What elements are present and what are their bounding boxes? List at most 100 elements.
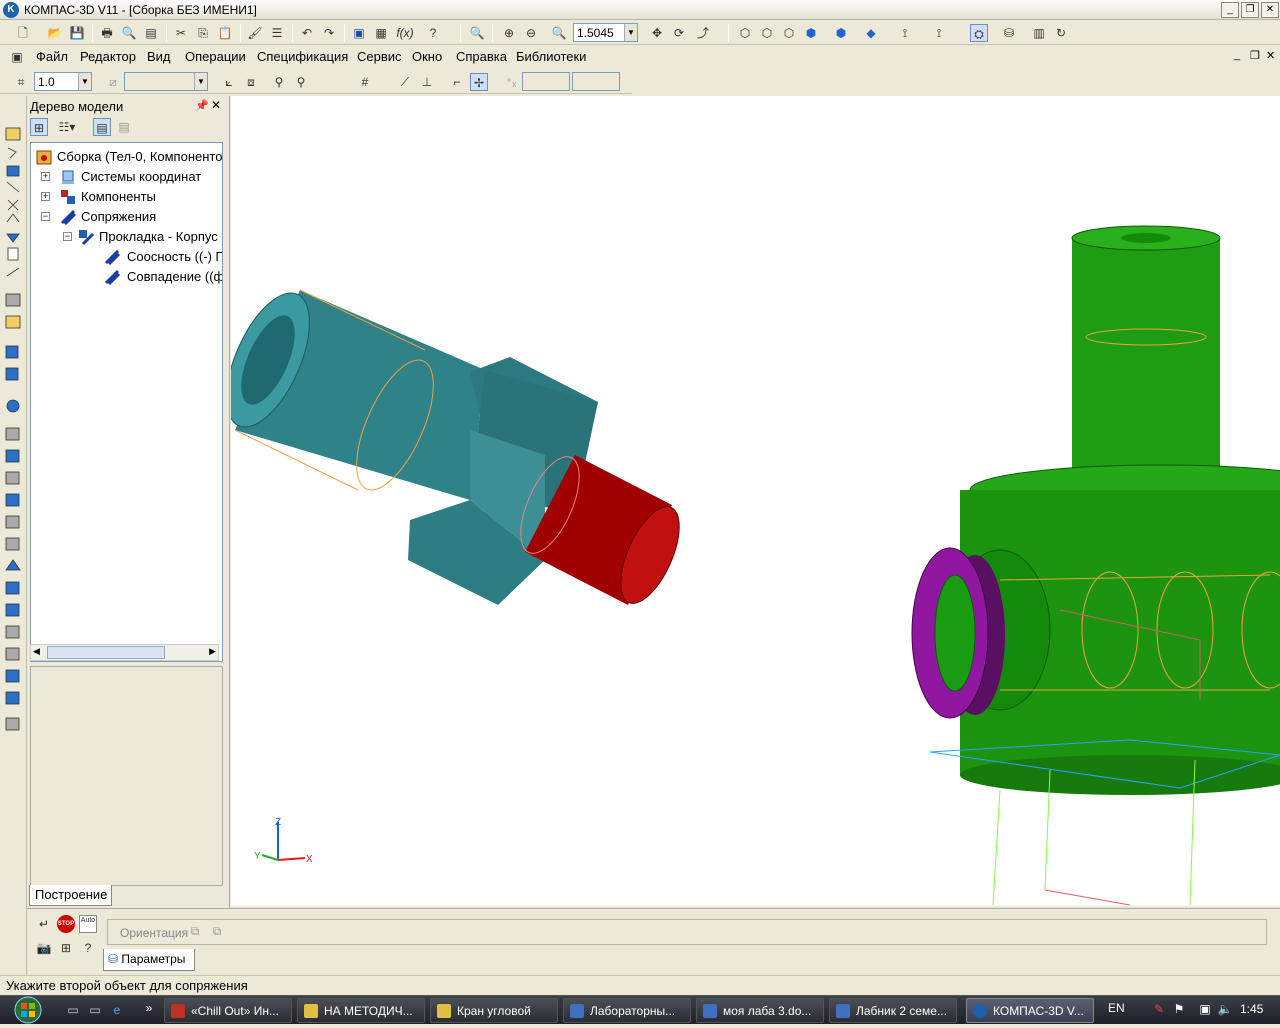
auto-create-icon[interactable]: Auto	[79, 915, 97, 933]
undo-icon[interactable]: ↶	[298, 24, 316, 42]
task-item[interactable]: Лабораторны...	[563, 998, 691, 1023]
show-desktop-icon[interactable]: ▭	[64, 1001, 82, 1019]
tab-parameters[interactable]: ⛁ Параметры	[103, 949, 195, 971]
zoom-fit-icon[interactable]: ⊖	[522, 24, 540, 42]
expand-icon[interactable]: +	[41, 172, 50, 181]
round-icon[interactable]: ⌐	[448, 73, 466, 91]
copy-icon[interactable]: ⎘	[194, 24, 212, 42]
snap-icon[interactable]: ⟟	[930, 24, 948, 42]
maximize-button[interactable]: ❐	[1241, 2, 1259, 18]
stop-icon[interactable]: STOP	[57, 915, 75, 933]
help-pointer-icon[interactable]: ?	[424, 24, 442, 42]
flag-icon[interactable]: ⚑	[1170, 1000, 1188, 1018]
menu-operations[interactable]: Операции	[185, 49, 246, 64]
filter-icon[interactable]: ⟟	[896, 24, 914, 42]
pin-icon[interactable]: 📌	[195, 99, 209, 112]
step-combo[interactable]: 1.0 ▼	[34, 72, 92, 91]
snap-active-icon[interactable]: ✢	[470, 73, 488, 91]
spec-icon[interactable]: ▥	[1030, 24, 1048, 42]
scroll-thumb[interactable]	[47, 646, 165, 659]
print-preview-icon[interactable]: 🔍	[120, 24, 138, 42]
scroll-left-icon[interactable]: ◀	[33, 646, 40, 657]
refresh-icon[interactable]: ↻	[1052, 24, 1070, 42]
grid-step-icon[interactable]: ⌗	[12, 73, 30, 91]
perspective-icon[interactable]: ◆	[862, 24, 880, 42]
menu-help[interactable]: Справка	[456, 49, 507, 64]
menu-file[interactable]: Файл	[36, 49, 68, 64]
task-item[interactable]: Лабник 2 семе...	[829, 998, 957, 1023]
orient-icon[interactable]: ⤴	[694, 24, 712, 42]
zoom-scale-icon[interactable]: 🔍	[550, 24, 568, 42]
tree-structure-icon[interactable]: ⊞	[30, 118, 48, 136]
plane-icon[interactable]: ⧈	[242, 73, 260, 91]
tree-horizontal-scrollbar[interactable]: ◀ ▶	[30, 644, 219, 661]
halftone-edges-icon[interactable]: ⬢	[832, 24, 850, 42]
doc-minimize-button[interactable]: _	[1234, 49, 1240, 61]
menu-specification[interactable]: Спецификация	[257, 49, 348, 64]
print-icon[interactable]: 🖶	[98, 24, 116, 42]
tab-build[interactable]: Построение	[29, 885, 112, 906]
pin-panel-icon[interactable]: ⊞	[57, 939, 75, 957]
task-item[interactable]: «Chill Out» Ин...	[164, 998, 292, 1023]
doc-close-button[interactable]: ✕	[1266, 49, 1275, 62]
task-item[interactable]: моя лаба 3.do...	[696, 998, 824, 1023]
local-cs-icon[interactable]: ⟀	[220, 73, 238, 91]
tray-icon[interactable]: ✎	[1150, 1000, 1168, 1018]
menu-libraries[interactable]: Библиотеки	[516, 49, 586, 64]
close-button[interactable]: ✕	[1261, 2, 1279, 18]
menu-window[interactable]: Окно	[412, 49, 442, 64]
close-icon[interactable]: ✕	[211, 98, 221, 112]
collapse-icon[interactable]: −	[63, 232, 72, 241]
gasket-part[interactable]	[911, 547, 1005, 719]
cut-icon[interactable]: ✂	[172, 24, 190, 42]
tree-details-icon[interactable]: ▤	[115, 118, 133, 136]
model-tree[interactable]: Сборка (Тел-0, Компонентов + Системы коо…	[30, 142, 223, 662]
rotate-icon[interactable]: ⟳	[670, 24, 688, 42]
zoom-in-icon[interactable]: ⊕	[500, 24, 518, 42]
properties-brush-icon[interactable]: 🖌	[246, 24, 264, 42]
thin-lines-icon[interactable]: ⬡	[780, 24, 798, 42]
task-item-active[interactable]: КОМПАС-3D V...	[966, 998, 1094, 1023]
axis-icon[interactable]: ⊥	[418, 73, 436, 91]
ortho-icon[interactable]: ⟋	[396, 73, 414, 91]
constraint-icon[interactable]: ⚲	[270, 73, 288, 91]
new-document-icon[interactable]: 🗋	[14, 24, 32, 42]
component-icon[interactable]: ⛁	[1000, 24, 1018, 42]
zoom-combo[interactable]: 1.5045 ▼	[573, 23, 638, 42]
doc-restore-button[interactable]: ❐	[1250, 49, 1260, 62]
page-setup-icon[interactable]: ▤	[142, 24, 160, 42]
libraries-icon[interactable]: ▦	[372, 24, 390, 42]
enter-icon[interactable]: ↵	[35, 915, 53, 933]
expand-icon[interactable]: +	[41, 192, 50, 201]
open-icon[interactable]: 📂	[46, 24, 64, 42]
wireframe-icon[interactable]: ⬡	[736, 24, 754, 42]
scroll-right-icon[interactable]: ▶	[209, 646, 216, 657]
menu-service[interactable]: Сервис	[357, 49, 402, 64]
redo-icon[interactable]: ↷	[320, 24, 338, 42]
clock[interactable]: 1:45	[1240, 1002, 1263, 1016]
document-menu-icon[interactable]: ▣	[8, 48, 26, 66]
3d-viewport[interactable]: Z X Y	[231, 96, 1280, 906]
collapse-icon[interactable]: −	[41, 212, 50, 221]
ie-icon[interactable]: e	[108, 1001, 126, 1019]
halftone-icon[interactable]: ⬢	[802, 24, 820, 42]
snapshot-icon[interactable]: 📷	[35, 939, 53, 957]
pan-icon[interactable]: ✥	[648, 24, 666, 42]
quicklaunch-expand-icon[interactable]: »	[140, 999, 158, 1017]
model-edit-icon[interactable]: ⛭	[970, 24, 988, 42]
network-icon[interactable]: ▣	[1196, 1000, 1214, 1018]
grid-icon[interactable]: #	[356, 73, 374, 91]
variables-fx-icon[interactable]: f(x)	[394, 24, 416, 42]
paste-icon[interactable]: 📋	[216, 24, 234, 42]
tree-view-icon[interactable]: ▤	[93, 118, 111, 136]
tree-mode-icon[interactable]: ☷▾	[53, 118, 81, 136]
zoom-icon[interactable]: 🔍	[468, 24, 486, 42]
task-item[interactable]: Кран угловой	[430, 998, 558, 1023]
hidden-lines-icon[interactable]: ⬡	[758, 24, 776, 42]
task-item[interactable]: НА МЕТОДИЧ...	[297, 998, 425, 1023]
language-indicator[interactable]: EN	[1108, 1001, 1125, 1015]
manager-icon[interactable]: ▣	[350, 24, 368, 42]
menu-view[interactable]: Вид	[147, 49, 171, 64]
minimize-button[interactable]: _	[1221, 2, 1239, 18]
switch-windows-icon[interactable]: ▭	[86, 1001, 104, 1019]
